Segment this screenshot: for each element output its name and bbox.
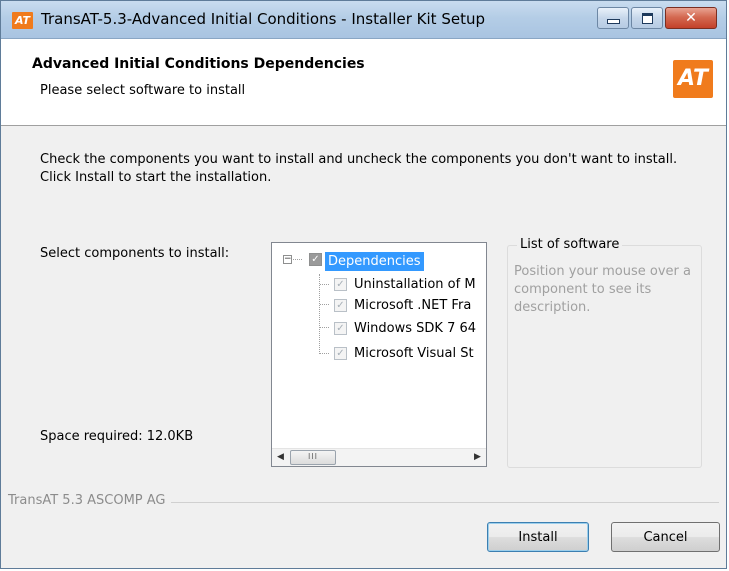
tree-item-windows-sdk[interactable]: Windows SDK 7 64 [354, 319, 476, 339]
tree-connector [320, 284, 329, 285]
tree-item-visual-studio[interactable]: Microsoft Visual St [354, 344, 474, 364]
tree-connector [320, 327, 329, 328]
horizontal-scrollbar[interactable]: ◀ III ▶ [272, 448, 486, 466]
tree-connector [320, 304, 329, 305]
description-title: List of software [517, 237, 623, 252]
uninstallation-checkbox[interactable]: ✓ [334, 278, 347, 291]
dependencies-checkbox[interactable]: ✓ [309, 253, 322, 266]
scrollbar-thumb[interactable]: III [290, 450, 336, 465]
visual-studio-checkbox[interactable]: ✓ [334, 347, 347, 360]
collapse-icon[interactable]: − [283, 255, 292, 264]
cancel-button[interactable]: Cancel [611, 522, 720, 552]
tree-item-dotnet[interactable]: Microsoft .NET Fra [354, 296, 471, 316]
scroll-left-icon[interactable]: ◀ [272, 449, 289, 466]
scroll-right-icon[interactable]: ▶ [469, 449, 486, 466]
page-title: Advanced Initial Conditions Dependencies [32, 56, 365, 72]
tree-connector [293, 259, 302, 260]
app-icon: AT [12, 12, 33, 29]
tree-item-dependencies[interactable]: Dependencies [325, 252, 424, 271]
install-button[interactable]: Install [487, 522, 589, 552]
maximize-icon [641, 12, 653, 24]
title-bar[interactable]: AT TransAT-5.3-Advanced Initial Conditio… [1, 1, 726, 39]
description-text: Position your mouse over a component to … [514, 264, 691, 315]
dotnet-checkbox[interactable]: ✓ [334, 299, 347, 312]
page-subtitle: Please select software to install [40, 83, 246, 98]
select-components-label: Select components to install: [40, 246, 230, 261]
close-button[interactable]: ✕ [665, 7, 717, 29]
tree-connector [320, 353, 329, 354]
close-icon: ✕ [685, 10, 697, 26]
minimize-button[interactable] [597, 7, 629, 29]
space-required-label: Space required: 12.0KB [40, 429, 194, 444]
installer-window: AT TransAT-5.3-Advanced Initial Conditio… [0, 0, 727, 569]
brand-logo: AT [673, 60, 713, 98]
tree-connector [319, 274, 320, 354]
window-title: TransAT-5.3-Advanced Initial Conditions … [41, 10, 485, 28]
instructions-text: Check the components you want to install… [40, 152, 678, 185]
maximize-button[interactable] [631, 7, 663, 29]
minimize-icon [606, 19, 620, 24]
brand-label: TransAT 5.3 ASCOMP AG [8, 493, 171, 508]
components-tree[interactable]: − ✓ Dependencies ✓ Uninstallation of M ✓… [271, 242, 487, 467]
windows-sdk-checkbox[interactable]: ✓ [334, 322, 347, 335]
header-panel: Advanced Initial Conditions Dependencies… [1, 39, 726, 126]
tree-item-uninstallation[interactable]: Uninstallation of M [354, 275, 476, 295]
